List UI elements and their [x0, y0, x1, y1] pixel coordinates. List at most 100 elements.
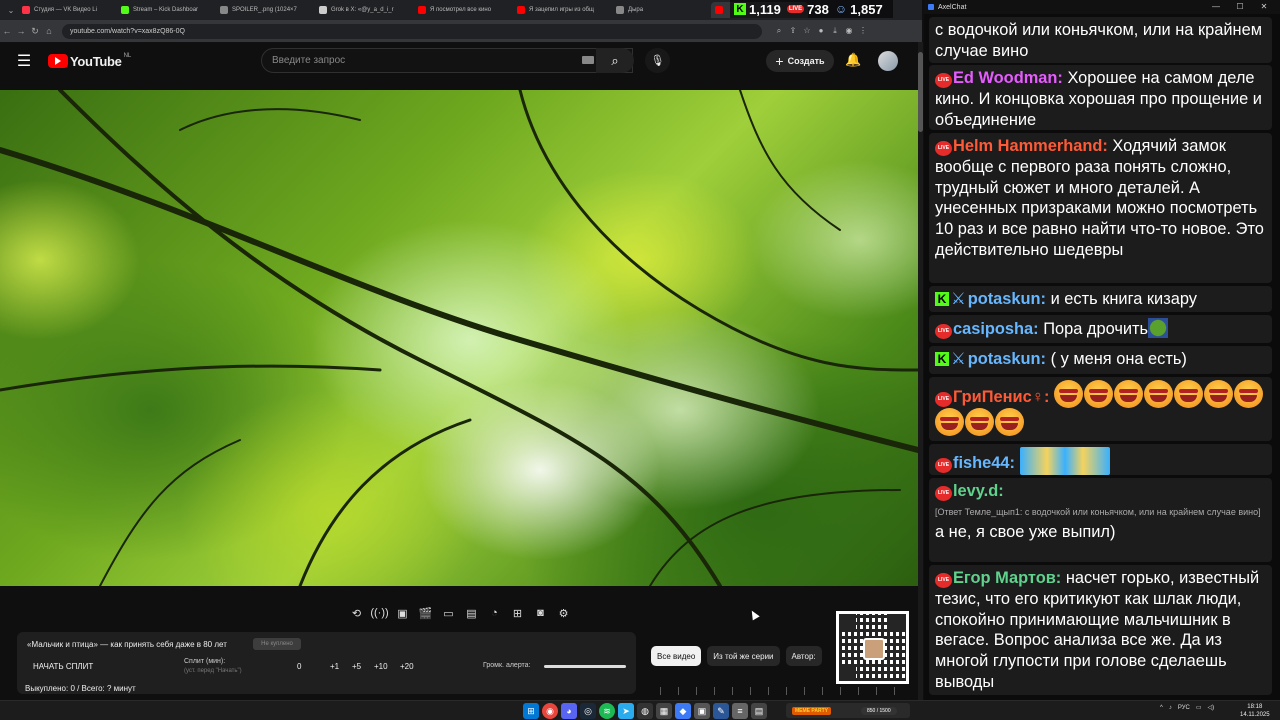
extension-icon[interactable]: ●: [814, 26, 828, 36]
app-icon[interactable]: ✎: [713, 703, 729, 719]
video-player[interactable]: [0, 90, 918, 586]
telegram-icon[interactable]: ➤: [618, 703, 634, 719]
page-scrollbar[interactable]: [918, 42, 923, 700]
plus-icon: +: [775, 53, 784, 69]
discord-icon[interactable]: ◕: [561, 703, 577, 719]
viewers-icon: ☺: [834, 2, 848, 16]
screen-icon[interactable]: ▣: [391, 607, 414, 620]
hamburger-menu-icon[interactable]: ☰: [0, 51, 48, 71]
download-icon[interactable]: ⤓: [828, 26, 842, 36]
scrollbar-thumb[interactable]: [918, 52, 923, 132]
starstruck-emoji-icon: [1114, 380, 1144, 408]
start-windows-icon[interactable]: ⊞: [523, 703, 539, 719]
volume-icon[interactable]: ◁): [1208, 704, 1215, 711]
chat-message: K ⚔ potaskun: и есть книга кизару: [929, 286, 1272, 312]
search-input[interactable]: Введите запрос: [261, 48, 633, 73]
browser-tab[interactable]: Grok в X: «@y_a_d_i_r: [315, 2, 412, 18]
url-field[interactable]: youtube.com/watch?v=xax8zQ86-0Q: [62, 23, 762, 39]
chip-same-series[interactable]: Из той же серии: [707, 646, 780, 666]
app-icon[interactable]: ▦: [656, 703, 672, 719]
browser-tab[interactable]: Дыра: [612, 2, 709, 18]
app-icon[interactable]: ▤: [751, 703, 767, 719]
tab-favicon-icon: [22, 6, 30, 14]
forward-icon[interactable]: →: [14, 26, 28, 36]
starstruck-emoji-icon: [995, 408, 1024, 436]
maximize-icon[interactable]: ☐: [1228, 2, 1252, 11]
menu-dots-icon[interactable]: ⋮: [856, 26, 870, 36]
chip-all-videos[interactable]: Все видео: [651, 646, 702, 666]
share-icon[interactable]: ⇪: [786, 26, 800, 36]
zoom-icon[interactable]: ⌕: [772, 26, 786, 36]
tab-favicon-icon: [616, 6, 624, 14]
widget-count: 850 / 1500: [860, 706, 897, 715]
kick-platform-icon: K: [935, 292, 949, 306]
chat-message: LIVE Ed Woodman: Хорошее на самом деле ки…: [929, 65, 1272, 130]
start-split-button[interactable]: НАЧАТЬ СПЛИТ: [33, 662, 93, 671]
app-icon[interactable]: ≡: [732, 703, 748, 719]
avatar[interactable]: [878, 51, 898, 71]
add-1-button[interactable]: +1: [330, 662, 339, 671]
message-text: Пора дрочить: [1043, 320, 1149, 338]
language-indicator[interactable]: РУС: [1178, 705, 1190, 711]
speed-icon[interactable]: ◔: [483, 607, 506, 619]
address-bar-row: ← → ↻ ⌂ youtube.com/watch?v=xax8zQ86-0Q …: [0, 20, 922, 42]
split-minutes-label: Сплит (мин):: [184, 658, 226, 665]
clapper-icon[interactable]: 🎬: [414, 607, 437, 620]
browser-tab[interactable]: Студия — VK Видео Li: [18, 2, 115, 18]
broadcast-icon[interactable]: ((·)): [368, 607, 391, 619]
tab-list-icon[interactable]: ⌄: [4, 6, 18, 15]
pip-icon[interactable]: ▭: [437, 607, 460, 620]
axelchat-taskbar-icon[interactable]: ◆: [675, 703, 691, 719]
camera-icon[interactable]: ◙: [529, 607, 552, 619]
close-icon[interactable]: ✕: [1252, 2, 1276, 11]
mic-tray-icon[interactable]: ♪: [1169, 705, 1172, 711]
back-icon[interactable]: ←: [0, 26, 14, 36]
profile-icon[interactable]: ◉: [842, 26, 856, 36]
add-10-button[interactable]: +10: [374, 662, 388, 671]
add-20-button[interactable]: +20: [400, 662, 414, 671]
captions-icon[interactable]: ▤: [460, 607, 483, 620]
notifications-bell-icon[interactable]: 🔔: [845, 52, 861, 68]
bookmark-star-icon[interactable]: ☆: [800, 26, 814, 36]
add-5-button[interactable]: +5: [352, 662, 361, 671]
voice-search-button[interactable]: 🎙: [645, 48, 670, 73]
tray-chevron-icon[interactable]: ^: [1160, 705, 1163, 711]
browser-window: ⌄ Студия — VK Видео Li Stream – Kick Das…: [0, 0, 922, 700]
network-icon[interactable]: ▭: [1196, 704, 1202, 711]
message-username: fishe44:: [953, 454, 1015, 472]
spotify-icon[interactable]: ≋: [599, 703, 615, 719]
meme-party-widget[interactable]: MEME PARTY 850 / 1500: [786, 703, 910, 718]
obs-icon[interactable]: ◍: [637, 703, 653, 719]
split-status-badge[interactable]: Не куплено: [253, 638, 301, 650]
home-icon[interactable]: ⌂: [42, 26, 56, 36]
tab-label: Stream – Kick Dashboar: [133, 7, 199, 13]
total-viewers: ☺ 1,857: [834, 1, 883, 17]
steam-icon[interactable]: ◎: [580, 703, 596, 719]
alert-volume-slider[interactable]: [544, 665, 626, 668]
browser-tab[interactable]: Я посмотрел все кино: [414, 2, 511, 18]
app-icon[interactable]: ▣: [694, 703, 710, 719]
split-minutes-value[interactable]: 0: [297, 662, 301, 671]
message-username: potaskun:: [967, 350, 1047, 368]
screenshot-icon[interactable]: ⊞: [506, 607, 529, 620]
live-platform-icon: LIVE: [935, 324, 952, 339]
reload-icon[interactable]: ↻: [28, 26, 42, 37]
tab-label: Grok в X: «@y_a_d_i_r: [331, 7, 394, 13]
loop-icon[interactable]: ⟲: [345, 607, 368, 620]
browser-tab[interactable]: SPOILER_.png (1024×7: [216, 2, 313, 18]
message-username: casiposha:: [953, 320, 1039, 338]
chrome-icon[interactable]: ◉: [542, 703, 558, 719]
youtube-logo[interactable]: YouTube NL: [48, 53, 131, 69]
tab-label: Я зацепил игры из общ: [529, 7, 594, 13]
live-platform-icon: LIVE: [935, 486, 952, 501]
minimize-icon[interactable]: —: [1204, 2, 1228, 11]
create-button[interactable]: + Создать: [766, 50, 834, 72]
browser-tab[interactable]: Stream – Kick Dashboar: [117, 2, 214, 18]
clock[interactable]: 18:18 14.11.2025: [1240, 703, 1270, 719]
browser-tab[interactable]: Я зацепил игры из общ: [513, 2, 610, 18]
keyboard-icon[interactable]: [582, 56, 594, 64]
settings-gear-icon[interactable]: ⚙: [552, 607, 575, 620]
search-button[interactable]: ⌕: [596, 48, 634, 73]
clock-date: 14.11.2025: [1240, 712, 1270, 718]
chip-author[interactable]: Автор:: [785, 646, 822, 666]
